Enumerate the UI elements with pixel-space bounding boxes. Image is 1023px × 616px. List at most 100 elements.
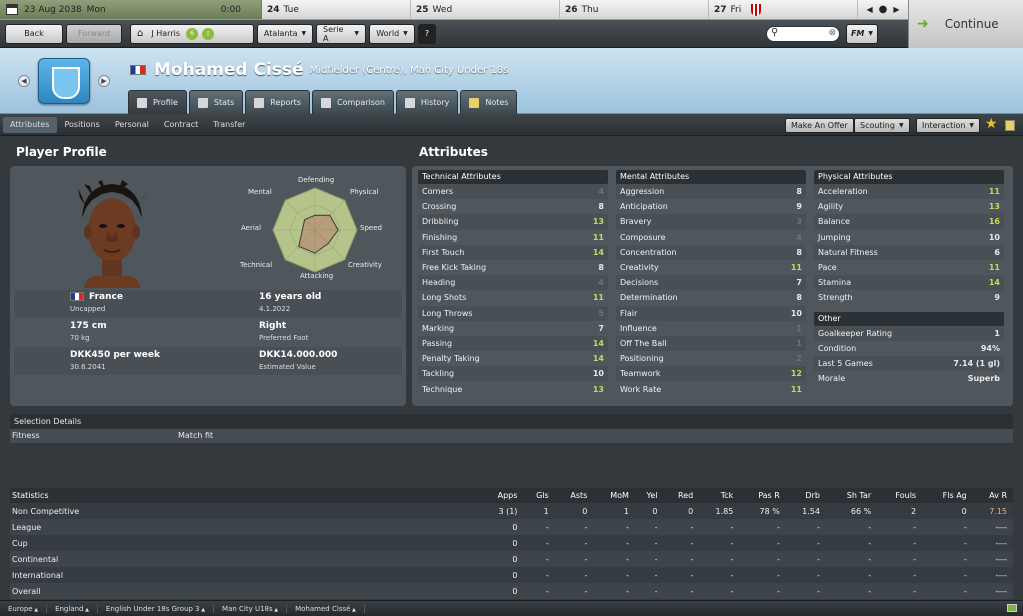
attribute-row[interactable]: Penalty Taking 14: [418, 351, 608, 366]
nationality-info[interactable]: France Uncapped: [70, 292, 123, 313]
stats-column-header[interactable]: Asts: [554, 488, 594, 503]
attribute-row[interactable]: Work Rate 11: [616, 381, 806, 396]
attribute-row[interactable]: Agility 13: [814, 199, 1004, 214]
scouting-button[interactable]: Scouting ▼: [854, 118, 910, 133]
tab-comparison[interactable]: Comparison: [311, 90, 394, 114]
subnav-transfer[interactable]: Transfer: [206, 117, 252, 133]
table-row[interactable]: Continental 0- - - - - - - - - - - ----: [10, 551, 1013, 567]
stats-column-header[interactable]: Gls: [523, 488, 555, 503]
attribute-row[interactable]: Dribbling 13: [418, 214, 608, 230]
stats-column-header[interactable]: MoM: [593, 488, 635, 503]
calendar-day[interactable]: 27 Fri: [709, 0, 858, 19]
breadcrumb-item[interactable]: Mohamed Cissé: [287, 604, 365, 613]
attribute-row[interactable]: Long Shots 11: [418, 290, 608, 305]
attribute-row[interactable]: Bravery 3: [616, 214, 806, 230]
attribute-row[interactable]: Balance 16: [814, 214, 1004, 230]
attribute-row[interactable]: Composure 4: [616, 230, 806, 245]
attribute-row[interactable]: Jumping 10: [814, 230, 1004, 245]
tab-stats[interactable]: Stats: [188, 90, 244, 114]
attribute-row[interactable]: Long Throws 5: [418, 305, 608, 321]
attribute-row[interactable]: Passing 14: [418, 335, 608, 352]
world-menu-button[interactable]: World ▼: [369, 23, 415, 44]
stats-column-header[interactable]: Statistics: [10, 488, 480, 503]
attribute-row[interactable]: Teamwork 12: [616, 366, 806, 382]
stats-column-header[interactable]: Sh Tar: [825, 488, 878, 503]
attribute-row[interactable]: Decisions 7: [616, 275, 806, 291]
subnav-attributes[interactable]: Attributes: [3, 116, 57, 133]
tab-profile[interactable]: Profile: [128, 90, 187, 114]
attribute-row[interactable]: Finishing 11: [418, 230, 608, 245]
stats-column-header[interactable]: Fls Ag: [922, 488, 973, 503]
calendar-today-dot-icon[interactable]: ●: [879, 4, 888, 15]
calendar-prev-icon[interactable]: ◀: [866, 5, 872, 14]
manager-menu-button[interactable]: ⌂ J Harris 6 !: [130, 23, 254, 44]
attribute-row[interactable]: Concentration 8: [616, 244, 806, 260]
league-menu-button[interactable]: Serie A ▼: [316, 23, 366, 44]
attribute-row[interactable]: Influence 1: [616, 321, 806, 336]
attribute-row[interactable]: Heading 4: [418, 275, 608, 291]
calendar-next-icon[interactable]: ▶: [893, 5, 899, 14]
player-role[interactable]: Midfielder (Centre), Man City Under 18s: [310, 65, 509, 76]
subnav-positions[interactable]: Positions: [58, 117, 107, 133]
stats-column-header[interactable]: Red: [663, 488, 700, 503]
stats-column-header[interactable]: Drb: [785, 488, 826, 503]
wage-info[interactable]: DKK450 per week 30.6.2041: [70, 350, 160, 371]
subnav-contract[interactable]: Contract: [157, 117, 205, 133]
attribute-row[interactable]: Goalkeeper Rating 1: [814, 325, 1004, 341]
table-row[interactable]: League 0- - - - - - - - - - - ----: [10, 519, 1013, 535]
attribute-row[interactable]: Tackling 10: [418, 366, 608, 382]
table-row[interactable]: Non Competitive 3 (1) 1 0 1 0 0 1.85 78 % 1.54 66 …: [10, 503, 1013, 519]
attribute-row[interactable]: Determination 8: [616, 290, 806, 305]
club-crest-icon[interactable]: [38, 58, 90, 104]
breadcrumb-item[interactable]: Man City U18s: [214, 604, 288, 613]
attribute-row[interactable]: Pace 11: [814, 260, 1004, 275]
attribute-row[interactable]: Acceleration 11: [814, 184, 1004, 200]
attribute-row[interactable]: Condition 94%: [814, 341, 1004, 356]
attribute-row[interactable]: Off The Ball 1: [616, 335, 806, 352]
attribute-row[interactable]: Natural Fitness 6: [814, 244, 1004, 260]
attribute-row[interactable]: Stamina 14: [814, 275, 1004, 291]
search-input[interactable]: [766, 25, 840, 42]
make-offer-button[interactable]: Make An Offer: [785, 118, 854, 133]
back-button[interactable]: Back: [5, 23, 63, 44]
attribute-row[interactable]: Positioning 2: [616, 351, 806, 366]
attribute-row[interactable]: Corners 4: [418, 184, 608, 200]
table-row[interactable]: International 0- - - - - - - - - - - ----: [10, 567, 1013, 583]
next-player-icon[interactable]: ▶: [98, 75, 110, 87]
club-menu-button[interactable]: Atalanta ▼: [257, 23, 313, 44]
attribute-row[interactable]: Flair 10: [616, 305, 806, 321]
stats-column-header[interactable]: Av R: [972, 488, 1013, 503]
breadcrumb-item[interactable]: England: [47, 604, 98, 613]
add-note-icon[interactable]: [1005, 120, 1015, 131]
breadcrumb-item[interactable]: English Under 18s Group 3: [98, 604, 215, 613]
stats-column-header[interactable]: Apps: [480, 488, 524, 503]
stats-column-header[interactable]: Tck: [699, 488, 740, 503]
calendar-day[interactable]: 24 Tue: [262, 0, 411, 19]
prev-player-icon[interactable]: ◀: [18, 75, 30, 87]
attribute-row[interactable]: Creativity 11: [616, 260, 806, 275]
stats-column-header[interactable]: Pas R: [739, 488, 786, 503]
attribute-row[interactable]: First Touch 14: [418, 244, 608, 260]
continue-button[interactable]: ➜ Continue: [908, 0, 1023, 48]
calendar-today[interactable]: 23 Aug 2038 Mon 0:00: [0, 0, 262, 19]
tab-reports[interactable]: Reports: [245, 90, 310, 114]
attribute-row[interactable]: Strength 9: [814, 290, 1004, 305]
stats-column-header[interactable]: Fouls: [877, 488, 923, 503]
table-row[interactable]: Cup 0- - - - - - - - - - - ----: [10, 535, 1013, 551]
stats-column-header[interactable]: Yel: [634, 488, 664, 503]
attribute-row[interactable]: Technique 13: [418, 381, 608, 396]
attribute-row[interactable]: Anticipation 9: [616, 199, 806, 214]
fm-menu-button[interactable]: FM ▼: [846, 23, 878, 44]
interaction-button[interactable]: Interaction ▼: [916, 118, 981, 133]
table-row[interactable]: Overall 0- - - - - - - - - - - ----: [10, 583, 1013, 599]
attribute-row[interactable]: Free Kick Taking 8: [418, 260, 608, 275]
tab-history[interactable]: History: [395, 90, 459, 114]
calendar-day[interactable]: 25 Wed: [411, 0, 560, 19]
help-button[interactable]: ?: [418, 23, 436, 44]
favourite-star-icon[interactable]: ★: [985, 116, 998, 132]
attribute-row[interactable]: Last 5 Games 7.14 (1 gl): [814, 355, 1004, 372]
attribute-row[interactable]: Marking 7: [418, 321, 608, 336]
attribute-row[interactable]: Crossing 8: [418, 199, 608, 214]
attribute-row[interactable]: Morale Superb: [814, 371, 1004, 386]
tab-notes[interactable]: Notes: [460, 90, 518, 114]
